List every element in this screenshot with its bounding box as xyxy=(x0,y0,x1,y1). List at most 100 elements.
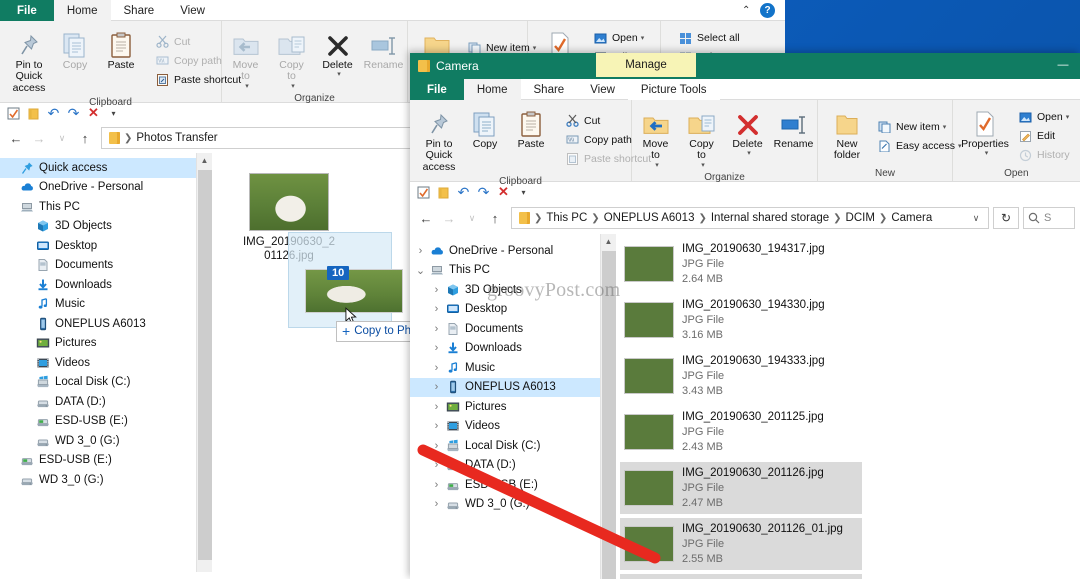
nav-item-downloads[interactable]: › Downloads xyxy=(410,339,600,359)
file-list-camera[interactable]: IMG_20190630_194317.jpg JPG File 2.64 MB IM… xyxy=(616,234,1080,579)
up-button-camera[interactable]: ↑ xyxy=(484,207,506,229)
move-to-button-back[interactable]: Move to ▾ xyxy=(223,26,269,92)
delete-caret-icon[interactable]: ▾ xyxy=(337,71,341,79)
nav-item-data-d[interactable]: › DATA (D:) xyxy=(410,456,600,476)
nav-item-wd-3-0-g[interactable]: WD 3_0 (G:) xyxy=(0,431,196,451)
chevron-right-icon[interactable]: › xyxy=(430,440,443,452)
open-caret-icon[interactable]: ▾ xyxy=(1066,113,1070,121)
nav-item-desktop[interactable]: › Desktop xyxy=(410,300,600,320)
back-button-camera[interactable]: ← xyxy=(415,207,437,229)
file-tile[interactable]: IMG_20190630_194317.jpg JPG File 2.64 MB xyxy=(620,238,862,290)
select-all-button-back[interactable]: Select all xyxy=(673,29,772,48)
breadcrumb-item-camera[interactable]: Camera xyxy=(888,212,935,224)
nav-item-onedrive-personal[interactable]: OneDrive - Personal xyxy=(0,178,196,198)
nav-item-documents[interactable]: › Documents xyxy=(410,319,600,339)
nav-item-oneplus-a6013[interactable]: ONEPLUS A6013 xyxy=(0,314,196,334)
open-button-camera[interactable]: Open ▾ xyxy=(1013,108,1074,127)
nav-item-esd-usb-e[interactable]: › ESD-USB (E:) xyxy=(410,475,600,495)
tab-share-camera[interactable]: Share xyxy=(521,79,578,101)
chevron-right-icon[interactable]: › xyxy=(430,362,443,374)
nav-item-esd-usb-e[interactable]: ESD-USB (E:) xyxy=(0,451,196,471)
chevron-right-icon[interactable]: › xyxy=(414,245,427,257)
nav-item-videos[interactable]: › Videos xyxy=(410,417,600,437)
breadcrumb-separator[interactable]: ❯ xyxy=(878,213,888,224)
move-to-button-camera[interactable]: Move to ▾ xyxy=(633,105,679,171)
breadcrumb-item-photos-transfer[interactable]: Photos Transfer xyxy=(133,132,220,144)
nav-item-local-disk-c[interactable]: › Local Disk (C:) xyxy=(410,436,600,456)
tab-file[interactable]: File xyxy=(0,0,54,22)
paste-button-camera[interactable]: Paste xyxy=(508,105,554,175)
new-item-button-camera[interactable]: New item ▾ xyxy=(872,117,965,136)
contextual-tab-manage[interactable]: Manage xyxy=(596,53,696,77)
forward-button-back[interactable]: → xyxy=(28,127,50,149)
chevron-down-icon[interactable]: ⌄ xyxy=(414,264,427,277)
open-caret-icon[interactable]: ▾ xyxy=(641,34,645,42)
nav-item-wd-3-0-g[interactable]: › WD 3_0 (G:) xyxy=(410,495,600,515)
scroll-up-arrow-back[interactable]: ▲ xyxy=(197,153,212,168)
breadcrumb-item-oneplus[interactable]: ONEPLUS A6013 xyxy=(601,212,698,224)
nav-item-esd-usb-e[interactable]: ESD-USB (E:) xyxy=(0,412,196,432)
breadcrumb-camera[interactable]: ❯ This PC ❯ ONEPLUS A6013 ❯ Internal sha… xyxy=(511,207,989,229)
easy-access-button-camera[interactable]: Easy access ▾ xyxy=(872,136,965,155)
scrollbar-thumb-back[interactable] xyxy=(198,170,212,560)
properties-caret-icon[interactable]: ▾ xyxy=(985,150,989,158)
open-button-back[interactable]: Open ▾ xyxy=(588,29,649,48)
titlebar-camera[interactable]: Camera Manage — xyxy=(410,53,1080,79)
tab-view-camera[interactable]: View xyxy=(577,79,628,101)
nav-item-this-pc[interactable]: This PC xyxy=(0,197,196,217)
copy-to-button-camera[interactable]: Copy to ▾ xyxy=(679,105,725,171)
copy-to-button-back[interactable]: Copy to ▾ xyxy=(269,26,315,92)
tab-share[interactable]: Share xyxy=(111,0,168,22)
breadcrumb-separator[interactable]: ❯ xyxy=(123,133,133,144)
nav-item-quick-access[interactable]: Quick access xyxy=(0,158,196,178)
nav-item-3d-objects[interactable]: 3D Objects xyxy=(0,217,196,237)
file-tile[interactable]: IMG_20190630_201126_01.jpg JPG File 2.55 M… xyxy=(620,518,862,570)
minimize-button-camera[interactable]: — xyxy=(1046,53,1080,77)
tab-view[interactable]: View xyxy=(167,0,218,22)
file-tile[interactable]: IMG_20190630_201125.jpg JPG File 2.43 MB xyxy=(620,406,862,458)
nav-item-music[interactable]: › Music xyxy=(410,358,600,378)
copy-button-camera[interactable]: Copy xyxy=(462,105,508,175)
delete-button-back[interactable]: Delete ▾ xyxy=(315,26,361,92)
breadcrumb-item-dcim[interactable]: DCIM xyxy=(843,212,878,224)
nav-item-oneplus-a6013[interactable]: › ONEPLUS A6013 xyxy=(410,377,600,397)
copy-button-back[interactable]: Copy xyxy=(52,26,98,96)
chevron-right-icon[interactable]: › xyxy=(430,420,443,432)
copy-to-caret-icon[interactable]: ▾ xyxy=(291,83,295,91)
chevron-right-icon[interactable]: › xyxy=(430,381,443,393)
delete-button-camera[interactable]: Delete ▾ xyxy=(725,105,771,171)
file-tile[interactable]: IMG_20190630_194333.jpg JPG File 3.43 MB xyxy=(620,350,862,402)
navigation-pane-scrollbar-camera[interactable]: ▲ xyxy=(600,234,616,579)
nav-item-onedrive-personal[interactable]: › OneDrive - Personal xyxy=(410,241,600,261)
breadcrumb-dropdown-icon[interactable]: ∨ xyxy=(968,213,984,224)
rename-button-camera[interactable]: Rename xyxy=(771,105,817,171)
chevron-right-icon[interactable]: › xyxy=(430,284,443,296)
chevron-right-icon[interactable]: › xyxy=(430,342,443,354)
chevron-right-icon[interactable]: › xyxy=(430,303,443,315)
search-input-camera[interactable]: S xyxy=(1023,207,1075,229)
pin-to-quick-access-button[interactable]: Pin to Quick access xyxy=(6,26,52,96)
chevron-right-icon[interactable]: › xyxy=(430,479,443,491)
tab-file-camera[interactable]: File xyxy=(410,79,464,101)
forward-button-camera[interactable]: → xyxy=(438,207,460,229)
pin-to-quick-access-button-camera[interactable]: Pin to Quick access xyxy=(416,105,462,175)
delete-caret-icon[interactable]: ▾ xyxy=(747,150,751,158)
ribbon-camera[interactable]: Pin to Quick access Copy Paste Cut \\\\ … xyxy=(410,100,1080,187)
history-button-camera[interactable]: History xyxy=(1013,146,1074,165)
chevron-right-icon[interactable]: › xyxy=(430,498,443,510)
properties-button-camera[interactable]: Properties ▾ xyxy=(959,105,1011,167)
rename-button-back[interactable]: Rename xyxy=(361,26,407,92)
breadcrumb-separator[interactable]: ❯ xyxy=(697,213,707,224)
new-item-caret-icon[interactable]: ▾ xyxy=(943,123,947,131)
scrollbar-thumb-camera[interactable] xyxy=(602,251,616,579)
chevron-right-icon[interactable]: › xyxy=(430,459,443,471)
paste-button-back[interactable]: Paste xyxy=(98,26,144,96)
navigation-pane-scrollbar-back[interactable]: ▲ xyxy=(196,153,212,572)
window-controls-camera[interactable]: — xyxy=(1046,53,1080,77)
nav-item-wd-3-0-g[interactable]: WD 3_0 (G:) xyxy=(0,470,196,490)
breadcrumb-separator[interactable]: ❯ xyxy=(533,213,543,224)
back-button-back[interactable]: ← xyxy=(5,127,27,149)
nav-item-data-d[interactable]: DATA (D:) xyxy=(0,392,196,412)
nav-item-downloads[interactable]: Downloads xyxy=(0,275,196,295)
nav-item-3d-objects[interactable]: › 3D Objects xyxy=(410,280,600,300)
